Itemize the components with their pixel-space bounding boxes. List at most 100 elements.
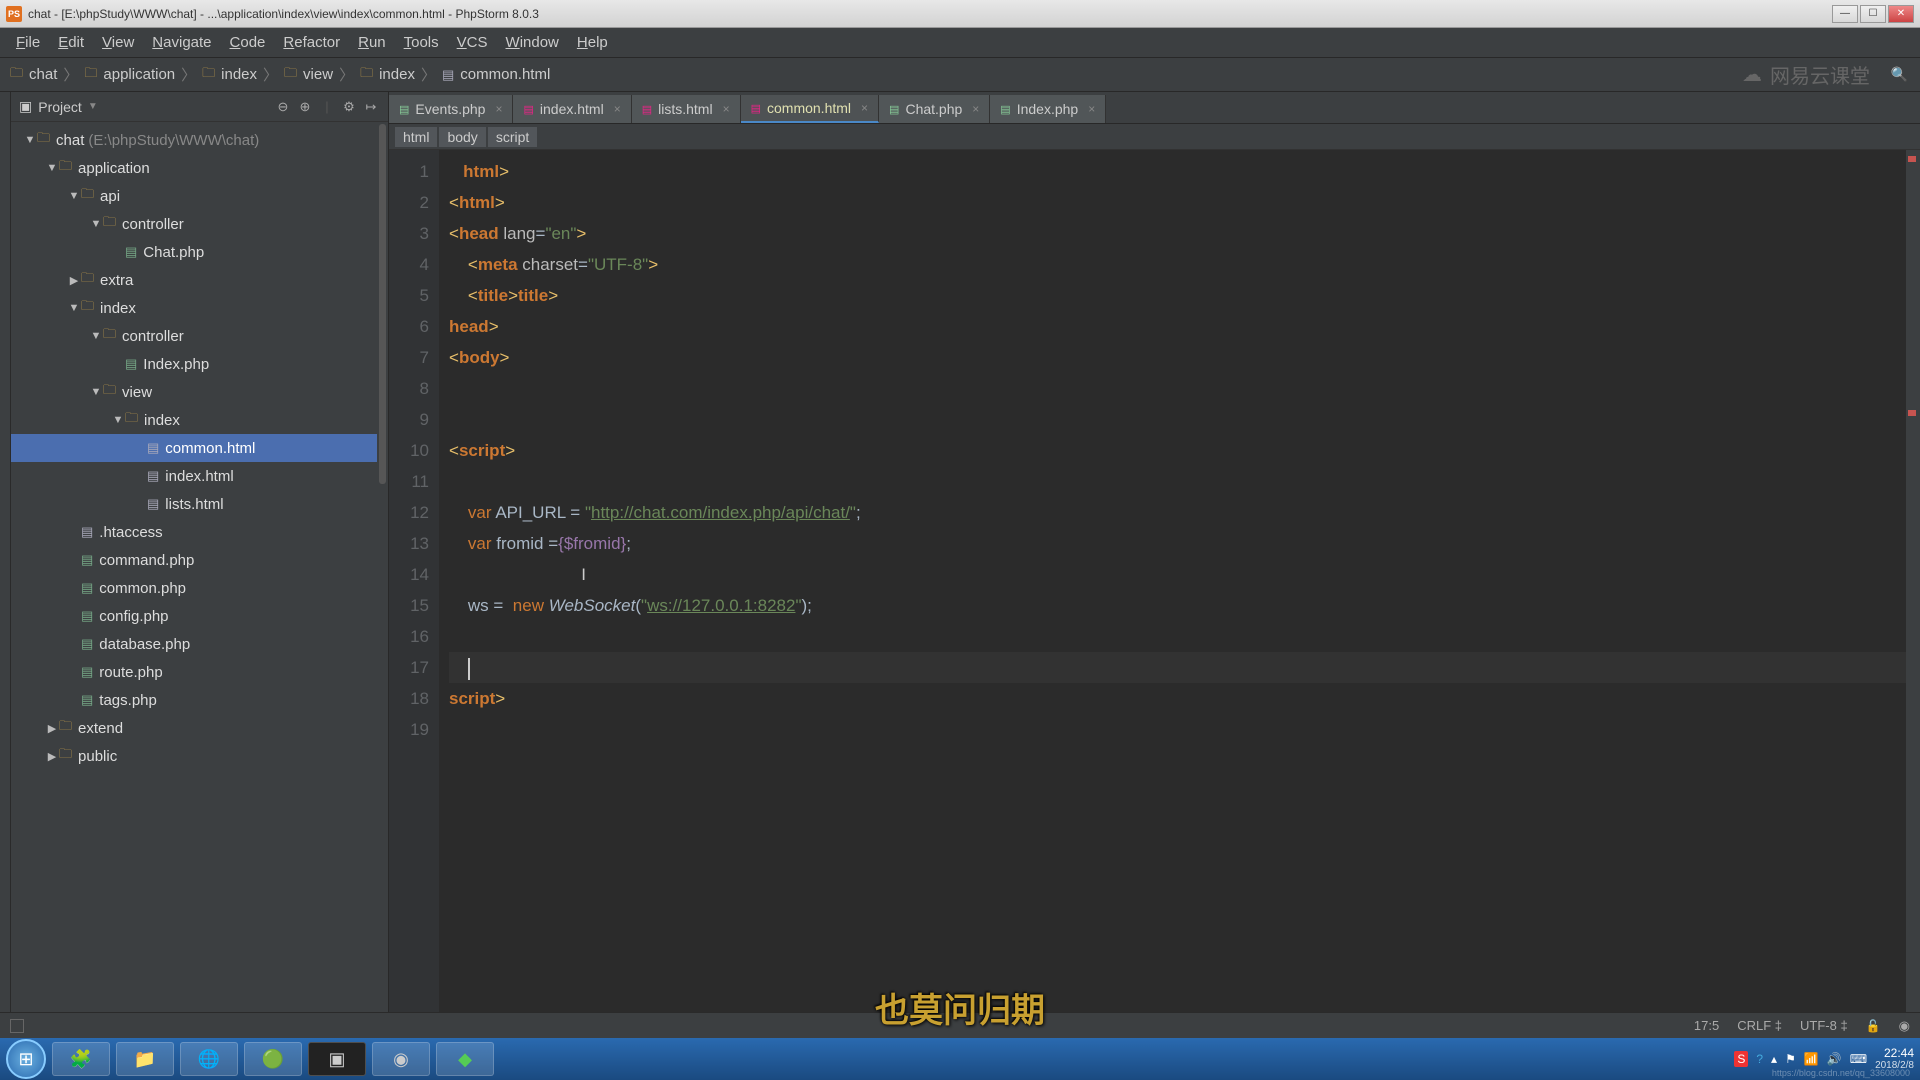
- tree-item-database-php[interactable]: ▤database.php: [11, 630, 388, 658]
- project-sidebar: ▣ Project ▼ ⊖ ⊕ | ⚙ ↦ ▼🗀chat(E:\phpStudy…: [11, 92, 389, 1012]
- structure-node-script[interactable]: script: [488, 127, 537, 147]
- project-label[interactable]: ▣ Project ▼: [19, 98, 98, 115]
- tree-item-tags-php[interactable]: ▤tags.php: [11, 686, 388, 714]
- tree-item-index[interactable]: ▼🗀index: [11, 406, 388, 434]
- close-tab-icon[interactable]: ×: [614, 102, 621, 116]
- tray-sogou-icon[interactable]: S: [1734, 1051, 1748, 1067]
- project-tool-header: ▣ Project ▼ ⊖ ⊕ | ⚙ ↦: [11, 92, 388, 122]
- file-icon: ▤: [147, 468, 159, 484]
- tray-chevron-up-icon[interactable]: ▴: [1771, 1052, 1777, 1066]
- tree-item-command-php[interactable]: ▤command.php: [11, 546, 388, 574]
- cloud-icon: ☁: [1742, 62, 1762, 87]
- tray-input-icon[interactable]: ⌨: [1850, 1052, 1867, 1066]
- tree-item-controller[interactable]: ▼🗀controller: [11, 322, 388, 350]
- taskbar-app-ie[interactable]: 🌐: [180, 1042, 238, 1076]
- tree-item-api[interactable]: ▼🗀api: [11, 182, 388, 210]
- taskbar-app-phpstorm[interactable]: 🧩: [52, 1042, 110, 1076]
- project-tree[interactable]: ▼🗀chat(E:\phpStudy\WWW\chat)▼🗀applicatio…: [11, 122, 388, 1012]
- inspector-icon[interactable]: ◉: [1899, 1018, 1910, 1034]
- scroll-from-source-icon[interactable]: ⊕: [296, 98, 314, 116]
- tree-arrow-icon: ▼: [89, 218, 103, 230]
- tab-index-html[interactable]: ▤index.html×: [513, 95, 631, 123]
- close-tab-icon[interactable]: ×: [723, 102, 730, 116]
- tree-item-extra[interactable]: ▶🗀extra: [11, 266, 388, 294]
- menu-help[interactable]: Help: [569, 30, 616, 55]
- error-marker[interactable]: [1908, 410, 1916, 416]
- tree-item-route-php[interactable]: ▤route.php: [11, 658, 388, 686]
- search-icon[interactable]: 🔍: [1891, 66, 1908, 83]
- taskbar-app-terminal[interactable]: ▣: [308, 1042, 366, 1076]
- readonly-icon[interactable]: 🔓: [1866, 1019, 1881, 1033]
- tree-item--htaccess[interactable]: ▤.htaccess: [11, 518, 388, 546]
- tree-item-index[interactable]: ▼🗀index: [11, 294, 388, 322]
- breadcrumb-item[interactable]: 🗀application: [84, 64, 175, 86]
- menu-window[interactable]: Window: [498, 30, 567, 55]
- tree-item-Chat-php[interactable]: ▤Chat.php: [11, 238, 388, 266]
- close-tab-icon[interactable]: ×: [1088, 102, 1095, 116]
- breadcrumb-item[interactable]: 🗀index: [202, 64, 257, 86]
- code-content[interactable]: html><html><head lang="en"> <meta charse…: [439, 150, 1920, 1012]
- taskbar-app-green[interactable]: 🟢: [244, 1042, 302, 1076]
- close-tab-icon[interactable]: ×: [972, 102, 979, 116]
- structure-node-body[interactable]: body: [439, 127, 485, 147]
- code-editor[interactable]: 12345678910111213141516171819 html><html…: [389, 150, 1920, 1012]
- tab-common-html[interactable]: ▤common.html×: [741, 95, 879, 123]
- file-encoding[interactable]: UTF-8 ‡: [1800, 1018, 1848, 1033]
- menu-tools[interactable]: Tools: [396, 30, 447, 55]
- close-tab-icon[interactable]: ×: [495, 102, 502, 116]
- tree-item-common-php[interactable]: ▤common.php: [11, 574, 388, 602]
- breadcrumb-item[interactable]: 🗀chat: [10, 64, 57, 86]
- breadcrumb-item[interactable]: ▤common.html: [442, 66, 550, 83]
- folder-icon: 🗀: [81, 269, 94, 291]
- menu-vcs[interactable]: VCS: [449, 30, 496, 55]
- tree-item-view[interactable]: ▼🗀view: [11, 378, 388, 406]
- close-tab-icon[interactable]: ×: [861, 101, 868, 115]
- menu-view[interactable]: View: [94, 30, 142, 55]
- menu-edit[interactable]: Edit: [50, 30, 92, 55]
- tree-item-config-php[interactable]: ▤config.php: [11, 602, 388, 630]
- maximize-button[interactable]: ☐: [1860, 5, 1886, 23]
- menu-code[interactable]: Code: [222, 30, 274, 55]
- close-button[interactable]: ✕: [1888, 5, 1914, 23]
- tab-lists-html[interactable]: ▤lists.html×: [632, 95, 741, 123]
- tree-scrollbar[interactable]: [377, 122, 388, 1012]
- hide-icon[interactable]: ↦: [362, 98, 380, 116]
- line-separator[interactable]: CRLF ‡: [1737, 1018, 1782, 1033]
- tree-item-common-html[interactable]: ▤common.html: [11, 434, 388, 462]
- tray-volume-icon[interactable]: 🔊: [1827, 1052, 1842, 1066]
- collapse-all-icon[interactable]: ⊖: [274, 98, 292, 116]
- tree-item-lists-html[interactable]: ▤lists.html: [11, 490, 388, 518]
- breadcrumb-item[interactable]: 🗀index: [360, 64, 415, 86]
- structure-node-html[interactable]: html: [395, 127, 437, 147]
- error-marker[interactable]: [1908, 156, 1916, 162]
- php-file-icon: ▤: [399, 103, 409, 116]
- tree-item-index-html[interactable]: ▤index.html: [11, 462, 388, 490]
- tab-Events-php[interactable]: ▤Events.php×: [389, 95, 513, 123]
- menu-navigate[interactable]: Navigate: [144, 30, 219, 55]
- tree-item-application[interactable]: ▼🗀application: [11, 154, 388, 182]
- tray-network-icon[interactable]: 📶: [1804, 1052, 1819, 1066]
- menu-refactor[interactable]: Refactor: [275, 30, 348, 55]
- tree-item-chat[interactable]: ▼🗀chat(E:\phpStudy\WWW\chat): [11, 126, 388, 154]
- tree-item-controller[interactable]: ▼🗀controller: [11, 210, 388, 238]
- taskbar-app-explorer[interactable]: 📁: [116, 1042, 174, 1076]
- tree-item-extend[interactable]: ▶🗀extend: [11, 714, 388, 742]
- editor-scrollbar[interactable]: [1906, 150, 1920, 1012]
- folder-icon: 🗀: [125, 409, 138, 431]
- menu-file[interactable]: File: [8, 30, 48, 55]
- tab-Chat-php[interactable]: ▤Chat.php×: [879, 95, 990, 123]
- breadcrumb-item[interactable]: 🗀view: [284, 64, 333, 86]
- tab-Index-php[interactable]: ▤Index.php×: [990, 95, 1106, 123]
- tray-help-icon[interactable]: ?: [1756, 1052, 1763, 1066]
- tray-flag-icon[interactable]: ⚑: [1785, 1052, 1796, 1066]
- file-icon: ▤: [81, 608, 93, 624]
- gear-icon[interactable]: ⚙: [340, 98, 358, 116]
- taskbar-app-green2[interactable]: ◆: [436, 1042, 494, 1076]
- tree-item-Index-php[interactable]: ▤Index.php: [11, 350, 388, 378]
- menu-run[interactable]: Run: [350, 30, 394, 55]
- start-button[interactable]: ⊞: [6, 1039, 46, 1079]
- taskbar-app-obs[interactable]: ◉: [372, 1042, 430, 1076]
- window-titlebar: PS chat - [E:\phpStudy\WWW\chat] - ...\a…: [0, 0, 1920, 28]
- minimize-button[interactable]: —: [1832, 5, 1858, 23]
- tree-item-public[interactable]: ▶🗀public: [11, 742, 388, 770]
